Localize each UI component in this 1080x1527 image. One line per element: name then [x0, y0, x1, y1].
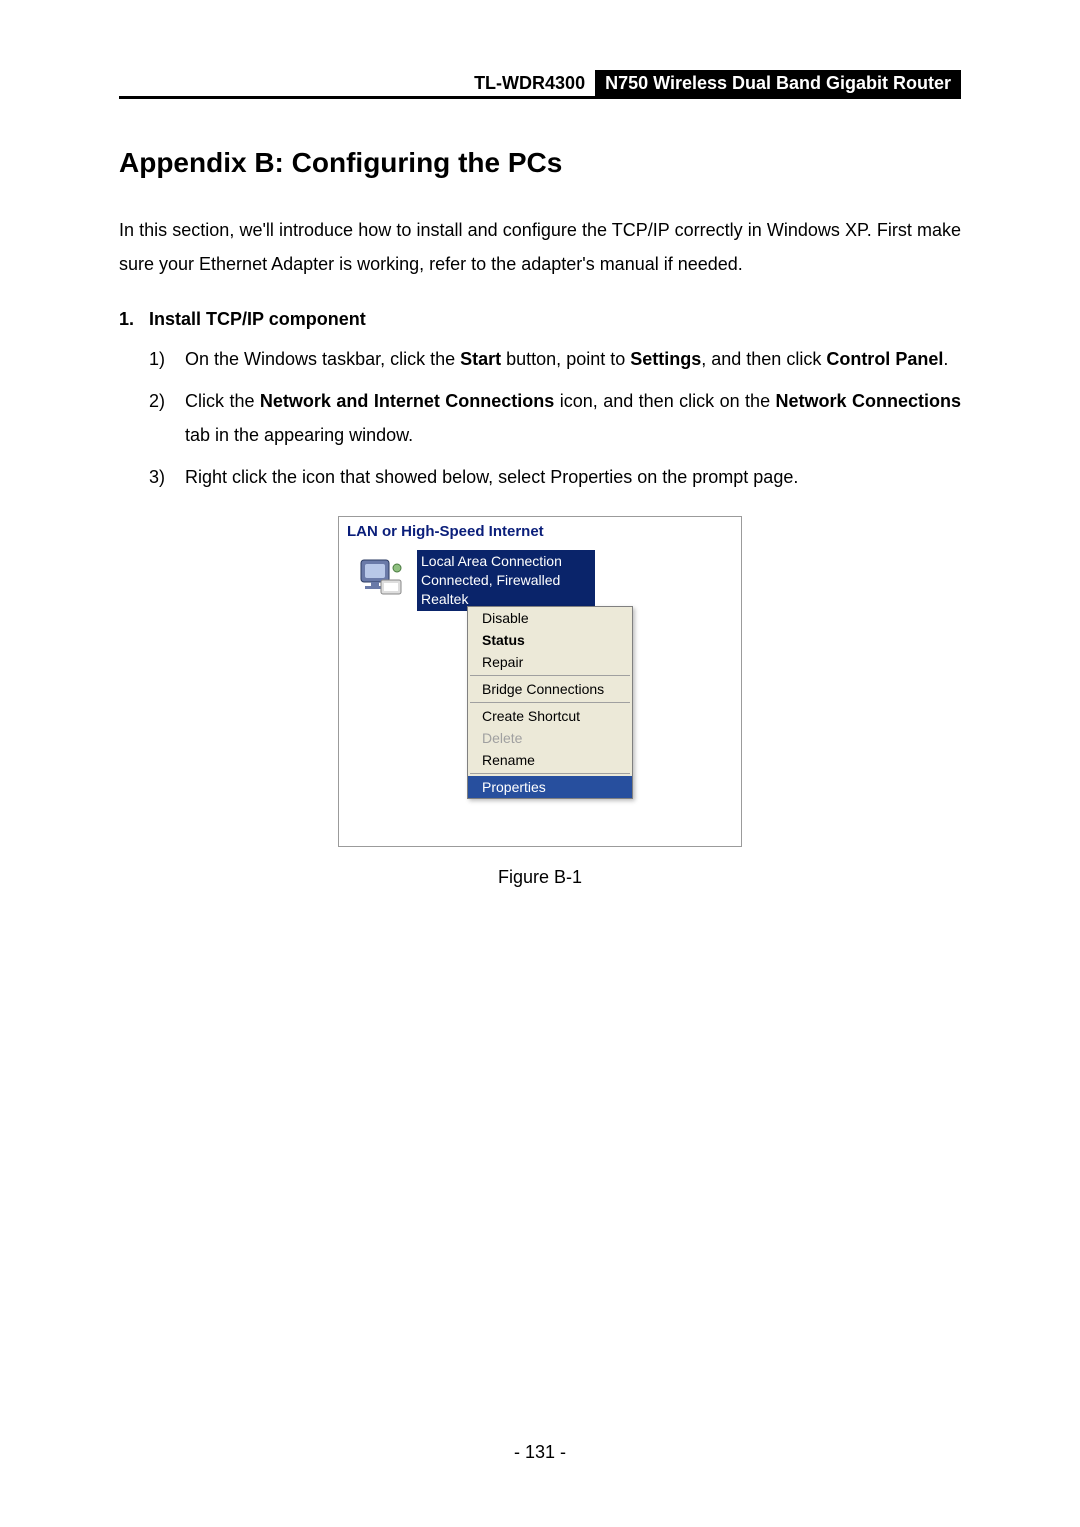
- figure-wrapper: LAN or High-Speed Internet Local Area Co…: [119, 516, 961, 888]
- menu-item-bridge[interactable]: Bridge Connections: [468, 678, 632, 700]
- step-text: Right click the icon that showed below, …: [185, 467, 798, 487]
- connection-status: Connected, Firewalled: [421, 571, 591, 590]
- xp-panel-title: LAN or High-Speed Internet: [339, 517, 741, 550]
- section-number: 1.: [119, 309, 149, 330]
- intro-paragraph: In this section, we'll introduce how to …: [119, 213, 961, 281]
- menu-item-rename[interactable]: Rename: [468, 749, 632, 771]
- menu-item-repair[interactable]: Repair: [468, 651, 632, 673]
- menu-separator: [470, 702, 630, 703]
- step-bold: Control Panel: [826, 349, 943, 369]
- connection-selected-label[interactable]: Local Area Connection Connected, Firewal…: [417, 550, 595, 611]
- menu-item-create-shortcut[interactable]: Create Shortcut: [468, 705, 632, 727]
- xp-panel-body: Local Area Connection Connected, Firewal…: [339, 550, 741, 846]
- xp-panel: LAN or High-Speed Internet Local Area Co…: [338, 516, 742, 847]
- step-3: 3) Right click the icon that showed belo…: [149, 460, 961, 494]
- document-page: TL-WDR4300 N750 Wireless Dual Band Gigab…: [0, 0, 1080, 1527]
- step-text: button, point to: [501, 349, 630, 369]
- connection-name: Local Area Connection: [421, 552, 591, 571]
- step-body: Right click the icon that showed below, …: [185, 460, 961, 494]
- menu-item-delete: Delete: [468, 727, 632, 749]
- section-heading: 1. Install TCP/IP component: [119, 309, 961, 330]
- figure-caption: Figure B-1: [498, 867, 582, 888]
- step-text: Click the: [185, 391, 260, 411]
- step-bold: Start: [460, 349, 501, 369]
- header-product: N750 Wireless Dual Band Gigabit Router: [595, 70, 961, 96]
- step-text: , and then click: [701, 349, 826, 369]
- page-number: - 131 -: [0, 1442, 1080, 1463]
- step-bold: Network and Internet Connections: [260, 391, 554, 411]
- header-model: TL-WDR4300: [119, 70, 595, 96]
- step-number: 3): [149, 460, 185, 494]
- network-adapter-icon: [357, 556, 405, 604]
- steps-list: 1) On the Windows taskbar, click the Sta…: [119, 342, 961, 494]
- menu-item-properties[interactable]: Properties: [468, 776, 632, 798]
- step-body: On the Windows taskbar, click the Start …: [185, 342, 961, 376]
- step-text: On the Windows taskbar, click the: [185, 349, 460, 369]
- menu-item-status[interactable]: Status: [468, 629, 632, 651]
- menu-item-disable[interactable]: Disable: [468, 607, 632, 629]
- step-2: 2) Click the Network and Internet Connec…: [149, 384, 961, 452]
- menu-separator: [470, 773, 630, 774]
- page-title: Appendix B: Configuring the PCs: [119, 147, 961, 179]
- section-title: Install TCP/IP component: [149, 309, 366, 330]
- step-text: tab in the appearing window.: [185, 425, 413, 445]
- page-header: TL-WDR4300 N750 Wireless Dual Band Gigab…: [119, 70, 961, 99]
- step-number: 1): [149, 342, 185, 376]
- context-menu: Disable Status Repair Bridge Connections…: [467, 606, 633, 799]
- menu-separator: [470, 675, 630, 676]
- step-bold: Settings: [630, 349, 701, 369]
- step-number: 2): [149, 384, 185, 452]
- step-1: 1) On the Windows taskbar, click the Sta…: [149, 342, 961, 376]
- step-body: Click the Network and Internet Connectio…: [185, 384, 961, 452]
- step-text: icon, and then click on the: [554, 391, 775, 411]
- step-text: .: [943, 349, 948, 369]
- step-bold: Network Connections: [776, 391, 961, 411]
